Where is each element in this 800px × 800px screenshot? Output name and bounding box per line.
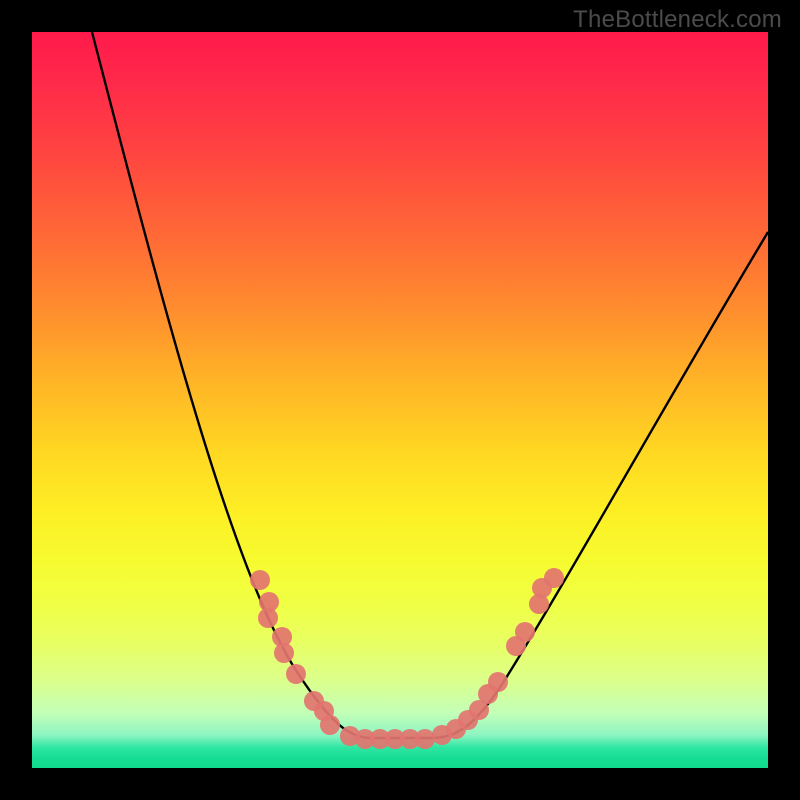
curve-layer (32, 32, 768, 768)
sample-point (286, 664, 306, 684)
plot-area (32, 32, 768, 768)
sample-point (488, 672, 508, 692)
bottleneck-curve (92, 32, 768, 738)
watermark-text: TheBottleneck.com (573, 6, 782, 34)
sample-point (415, 729, 435, 749)
sample-point (320, 715, 340, 735)
sample-point (274, 643, 294, 663)
sample-point (258, 608, 278, 628)
chart-frame: TheBottleneck.com (0, 0, 800, 800)
sample-point (544, 568, 564, 588)
sample-point (515, 622, 535, 642)
sample-point (250, 570, 270, 590)
